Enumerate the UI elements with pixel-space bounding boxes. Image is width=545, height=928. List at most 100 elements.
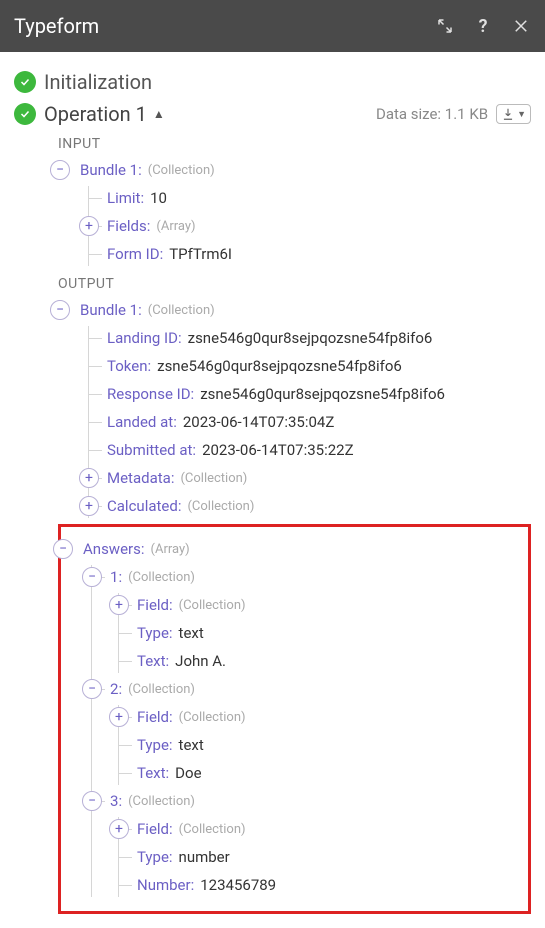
type-annotation: (Array) xyxy=(151,542,190,557)
field-key: Text xyxy=(137,652,169,670)
answer-value: Text Doe xyxy=(119,761,520,785)
field-value: John A. xyxy=(175,652,226,670)
type-annotation: (Collection) xyxy=(179,598,246,613)
step-label: Initialization xyxy=(44,70,152,94)
field-key: Type xyxy=(137,624,173,642)
input-section: INPUT − Bundle 1 (Collection) Limit 10 xyxy=(44,136,531,518)
fields-row: + Fields (Array) xyxy=(89,214,531,238)
type-annotation: (Collection) xyxy=(148,303,215,318)
answer-field: +Field(Collection) xyxy=(119,593,520,617)
answer-type: Type number xyxy=(119,845,520,869)
answer-item: −2(Collection)+Field(Collection)Typetext… xyxy=(92,677,520,785)
landing-id-row: Landing ID zsne546g0qur8sejpqozsne54fp8i… xyxy=(89,326,531,350)
field-key: Fields xyxy=(107,217,150,235)
check-icon xyxy=(14,71,36,93)
caret-up-icon: ▲ xyxy=(153,107,165,121)
type-annotation: (Collection) xyxy=(179,822,246,837)
form-id-row: Form ID TPfTrm6I xyxy=(89,242,531,266)
header-icons: ? xyxy=(435,16,531,36)
field-key: Type xyxy=(137,736,173,754)
response-id-row: Response ID zsne546g0qur8sejpqozsne54fp8… xyxy=(89,382,531,406)
output-heading: OUTPUT xyxy=(58,276,531,292)
collapse-icon[interactable]: − xyxy=(82,679,102,699)
answer-index: 3 xyxy=(110,792,122,810)
metadata-row: + Metadata (Collection) xyxy=(89,466,531,490)
field-key: Response ID xyxy=(107,385,194,403)
collapse-icon[interactable]: − xyxy=(50,300,70,320)
bundle-label: Bundle 1 xyxy=(80,301,142,319)
step-label: Operation 1 xyxy=(44,102,147,126)
expand-icon[interactable]: + xyxy=(109,819,129,839)
field-key: Calculated xyxy=(107,497,181,515)
field-key: Landing ID xyxy=(107,329,182,347)
field-value: text xyxy=(179,736,204,754)
field-key: Token xyxy=(107,357,151,375)
answer-field: +Field(Collection) xyxy=(119,705,520,729)
answer-index: 2 xyxy=(110,680,122,698)
type-annotation: (Collection) xyxy=(179,710,246,725)
type-annotation: (Collection) xyxy=(148,163,215,178)
download-button[interactable]: ▼ xyxy=(496,104,531,124)
expand-icon[interactable] xyxy=(435,16,455,36)
collapse-icon[interactable]: − xyxy=(53,539,73,559)
field-key: Number xyxy=(137,876,194,894)
answers-row: − Answers (Array) −1(Collection)+Field(C… xyxy=(63,537,520,897)
limit-row: Limit 10 xyxy=(89,186,531,210)
type-annotation: (Collection) xyxy=(128,682,195,697)
window-title: Typeform xyxy=(14,14,435,38)
expand-icon[interactable]: + xyxy=(79,496,99,516)
expand-icon[interactable]: + xyxy=(109,595,129,615)
window-header: Typeform ? xyxy=(0,0,545,52)
type-annotation: (Collection) xyxy=(128,794,195,809)
help-icon[interactable]: ? xyxy=(473,16,493,36)
close-icon[interactable] xyxy=(511,16,531,36)
expand-icon[interactable]: + xyxy=(109,707,129,727)
collapse-icon[interactable]: − xyxy=(50,160,70,180)
answer-index: 1 xyxy=(110,568,122,586)
field-key: Type xyxy=(137,848,173,866)
field-key: Answers xyxy=(83,540,145,558)
field-value: 123456789 xyxy=(200,876,276,894)
answer-item: −1(Collection)+Field(Collection)Typetext… xyxy=(92,565,520,673)
field-key: Submitted at xyxy=(107,441,196,459)
field-value: zsne546g0qur8sejpqozsne54fp8ifo6 xyxy=(188,329,433,347)
field-key: Form ID xyxy=(107,245,163,263)
field-value: text xyxy=(179,624,204,642)
step-operation-1[interactable]: Operation 1 ▲ Data size: 1.1 KB ▼ xyxy=(14,102,531,126)
field-value: 10 xyxy=(150,189,167,207)
input-bundle-1: − Bundle 1 (Collection) Limit 10 + xyxy=(60,158,531,266)
answer-field: +Field(Collection) xyxy=(119,817,520,841)
field-value: zsne546g0qur8sejpqozsne54fp8ifo6 xyxy=(200,385,445,403)
token-row: Token zsne546g0qur8sejpqozsne54fp8ifo6 xyxy=(89,354,531,378)
type-annotation: (Collection) xyxy=(180,471,247,486)
field-key: Landed at xyxy=(107,413,177,431)
answer-item: −3(Collection)+Field(Collection)Typenumb… xyxy=(92,789,520,897)
type-annotation: (Collection) xyxy=(187,499,254,514)
type-annotation: (Collection) xyxy=(128,570,195,585)
collapse-icon[interactable]: − xyxy=(82,567,102,587)
field-key: Limit xyxy=(107,189,144,207)
submitted-at-row: Submitted at 2023-06-14T07:35:22Z xyxy=(89,438,531,462)
data-size: Data size: 1.1 KB xyxy=(376,105,488,123)
answer-type: Type text xyxy=(119,733,520,757)
type-annotation: (Array) xyxy=(156,219,195,234)
step-initialization[interactable]: Initialization xyxy=(14,70,531,94)
answer-value: Text John A. xyxy=(119,649,520,673)
expand-icon[interactable]: + xyxy=(79,216,99,236)
collapse-icon[interactable]: − xyxy=(82,791,102,811)
answer-value: Number 123456789 xyxy=(119,873,520,897)
field-value: number xyxy=(179,848,230,866)
field-key: Field xyxy=(137,708,173,726)
field-key: Text xyxy=(137,764,169,782)
answer-type: Type text xyxy=(119,621,520,645)
chevron-down-icon: ▼ xyxy=(517,109,526,120)
field-key: Metadata xyxy=(107,469,174,487)
answers-highlight: − Answers (Array) −1(Collection)+Field(C… xyxy=(58,524,531,914)
landed-at-row: Landed at 2023-06-14T07:35:04Z xyxy=(89,410,531,434)
expand-icon[interactable]: + xyxy=(79,468,99,488)
field-value: 2023-06-14T07:35:22Z xyxy=(202,441,354,459)
field-value: Doe xyxy=(175,764,201,782)
field-key: Field xyxy=(137,820,173,838)
check-icon xyxy=(14,103,36,125)
input-heading: INPUT xyxy=(58,136,531,152)
